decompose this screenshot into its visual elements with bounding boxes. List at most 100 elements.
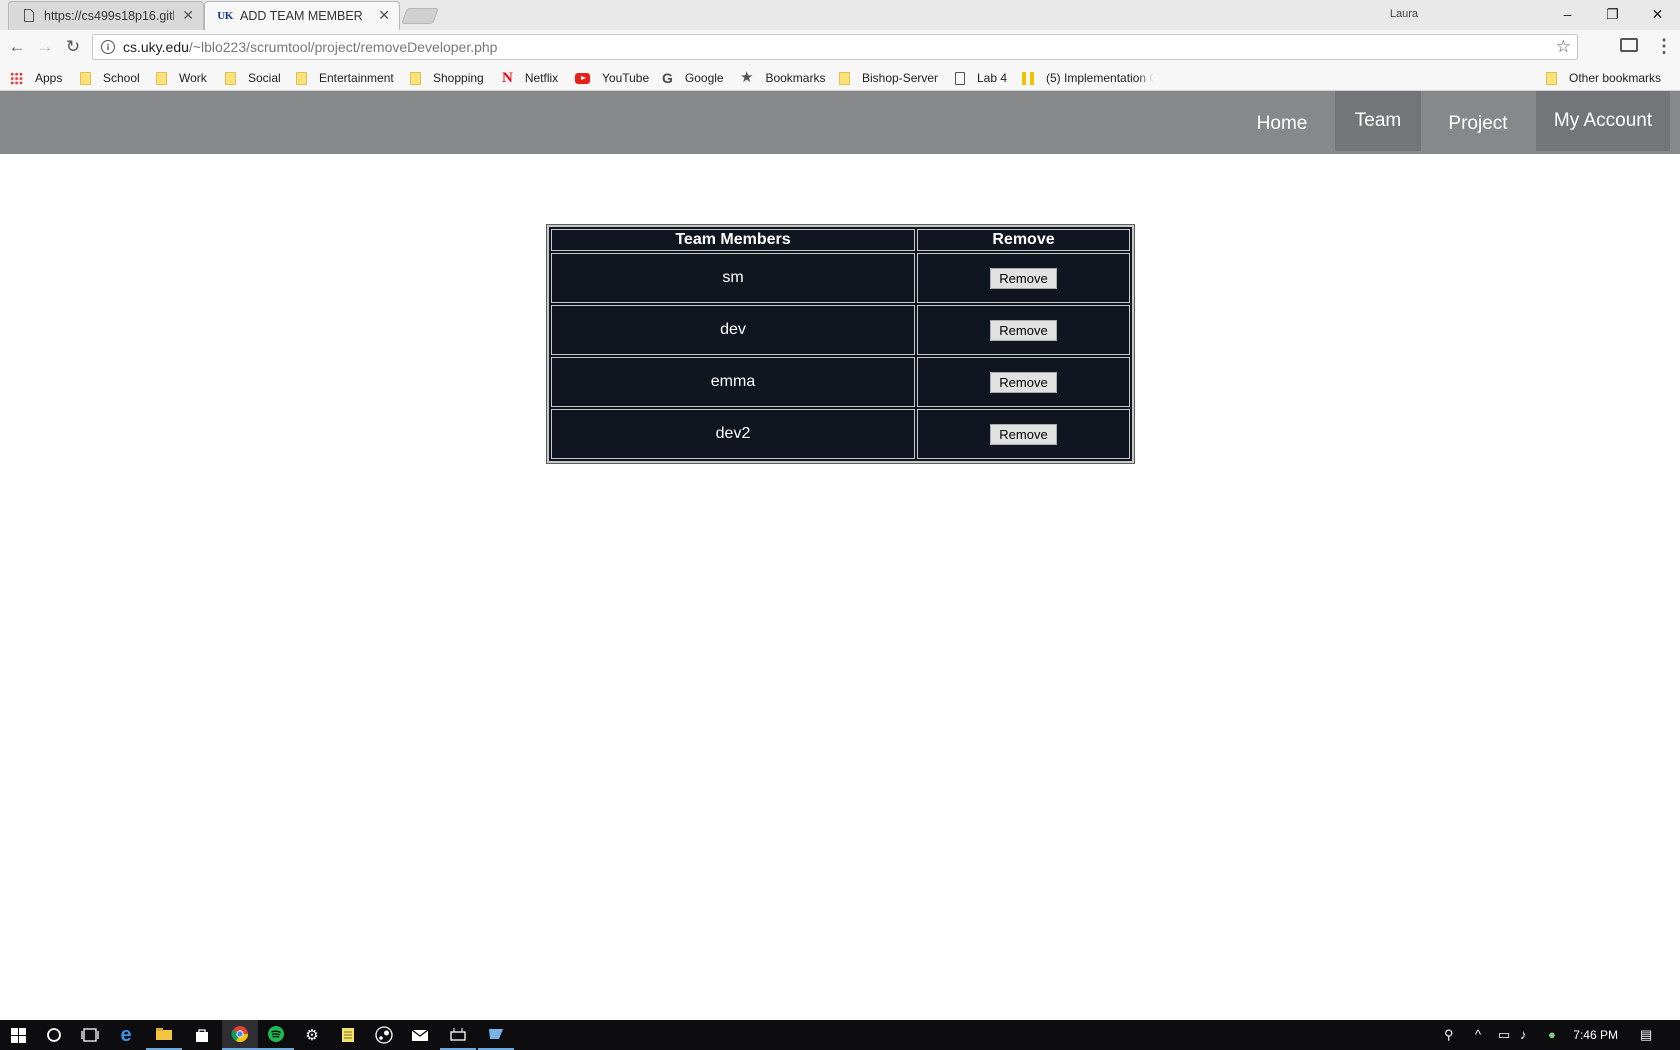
cortana-icon[interactable] — [36, 1020, 72, 1050]
network-tool-icon[interactable] — [440, 1020, 476, 1050]
bookmark-bishop-server[interactable]: Bishop-Server — [839, 69, 938, 87]
bookmark-netflix[interactable]: N Netflix — [502, 69, 558, 87]
bookmark-school[interactable]: School — [80, 69, 140, 87]
folder-icon — [1546, 71, 1557, 85]
url-path: /~lblo223/scrumtool/project/removeDevelo… — [188, 39, 498, 55]
new-tab-button[interactable] — [401, 8, 439, 24]
tray-expand-icon[interactable]: ^ — [1475, 1027, 1481, 1042]
profile-name[interactable]: Laura — [1390, 8, 1418, 20]
remove-header: Remove — [917, 229, 1130, 251]
close-window-icon[interactable]: ✕ — [1635, 0, 1680, 28]
network-icon[interactable]: ▭ — [1498, 1027, 1510, 1043]
uk-favicon-icon: UK — [217, 9, 233, 22]
remove-member-button[interactable]: Remove — [990, 319, 1057, 341]
bookmark-apps[interactable]: Apps — [10, 69, 62, 87]
address-bar[interactable]: i cs.uky.edu/~lblo223/scrumtool/project/… — [92, 34, 1578, 60]
table-row: dev Remove — [551, 305, 1130, 355]
people-icon[interactable]: ⚲ — [1444, 1027, 1454, 1043]
site-nav-bar: Home Team Project My Account — [0, 91, 1680, 154]
remove-cell: Remove — [917, 253, 1130, 303]
action-center-icon[interactable]: ▤ — [1640, 1027, 1652, 1043]
member-name: dev — [551, 305, 915, 355]
team-members-table: Team Members Remove sm Remove dev Remove… — [546, 224, 1135, 464]
remove-cell: Remove — [917, 357, 1130, 407]
store-icon[interactable] — [184, 1020, 220, 1050]
tab-title: ADD TEAM MEMBER — [240, 8, 363, 23]
start-icon[interactable] — [0, 1020, 36, 1050]
google-icon: G — [662, 70, 673, 86]
star-icon: ★ — [740, 69, 754, 86]
bookmark-lab4[interactable]: Lab 4 — [955, 69, 1007, 87]
spotify-icon[interactable] — [258, 1020, 294, 1050]
tab-close-icon[interactable]: ✕ — [182, 7, 194, 24]
restore-icon[interactable]: ❐ — [1590, 0, 1635, 28]
remove-cell: Remove — [917, 305, 1130, 355]
bookmark-shopping[interactable]: Shopping — [410, 69, 484, 87]
nav-team-link[interactable]: Team — [1335, 91, 1421, 151]
bookmark-implementation[interactable]: (5) Implementation C — [1022, 69, 1154, 87]
folder-icon — [296, 71, 307, 85]
task-view-icon[interactable] — [72, 1020, 108, 1050]
volume-icon[interactable]: ♪ — [1520, 1027, 1527, 1042]
browser-tab-active[interactable]: UK ADD TEAM MEMBER ✕ — [204, 1, 400, 30]
edge-icon[interactable]: e — [108, 1020, 144, 1050]
folder-icon — [410, 71, 421, 85]
table-row: dev2 Remove — [551, 409, 1130, 459]
nav-home-link[interactable]: Home — [1238, 94, 1326, 154]
browser-tab[interactable]: https://cs499s18p16.githu ✕ — [8, 1, 204, 30]
page-icon — [22, 9, 36, 23]
table-row: sm Remove — [551, 253, 1130, 303]
app-icon[interactable] — [478, 1020, 514, 1050]
remove-member-button[interactable]: Remove — [990, 371, 1057, 393]
forward-arrow-icon[interactable]: → — [34, 36, 56, 58]
netflix-icon: N — [502, 70, 513, 86]
windows-taskbar: e ⚙ ⚲ ^ ▭ ♪ ● 7:46 PM ▤ — [0, 1020, 1680, 1050]
remove-member-button[interactable]: Remove — [990, 267, 1057, 289]
reload-icon[interactable]: ↻ — [62, 36, 84, 58]
folder-icon — [80, 71, 91, 85]
member-name: sm — [551, 253, 915, 303]
mail-icon[interactable] — [402, 1020, 438, 1050]
chrome-icon[interactable] — [222, 1020, 258, 1050]
taskbar-clock[interactable]: 7:46 PM — [1573, 1028, 1618, 1042]
remove-member-button[interactable]: Remove — [990, 423, 1057, 445]
folder-icon — [225, 71, 236, 85]
notepad-icon[interactable] — [330, 1020, 366, 1050]
url-host: cs.uky.edu — [123, 39, 189, 55]
browser-tab-strip: https://cs499s18p16.githu ✕ UK ADD TEAM … — [0, 0, 1680, 30]
bookmarks-bar: Apps School Work Social Entertainment Sh… — [0, 64, 1680, 91]
bookmark-work[interactable]: Work — [156, 69, 207, 87]
bookmark-youtube[interactable]: YouTube — [575, 69, 649, 87]
folder-icon — [839, 71, 850, 85]
bookmark-other[interactable]: Other bookmarks — [1546, 69, 1661, 87]
bookmark-bookmarks[interactable]: ★ Bookmarks — [740, 69, 825, 87]
site-info-icon[interactable]: i — [101, 40, 115, 54]
cast-icon[interactable] — [1620, 38, 1638, 52]
table-row: emma Remove — [551, 357, 1130, 407]
steam-icon[interactable] — [366, 1020, 402, 1050]
table-header-row: Team Members Remove — [551, 229, 1130, 251]
settings-icon[interactable]: ⚙ — [294, 1020, 330, 1050]
tab-title: https://cs499s18p16.githu — [44, 8, 174, 23]
member-name: emma — [551, 357, 915, 407]
bookmark-social[interactable]: Social — [225, 69, 281, 87]
nav-my-account-link[interactable]: My Account — [1536, 91, 1670, 151]
chrome-menu-icon[interactable]: ⋮ — [1655, 36, 1673, 56]
bookmark-entertainment[interactable]: Entertainment — [296, 69, 394, 87]
bookmark-google[interactable]: G Google — [662, 69, 724, 87]
remove-cell: Remove — [917, 409, 1130, 459]
security-icon[interactable]: ● — [1548, 1027, 1556, 1042]
folder-icon — [156, 71, 167, 85]
team-members-header: Team Members — [551, 229, 915, 251]
tab-close-icon[interactable]: ✕ — [378, 7, 390, 24]
youtube-icon — [575, 72, 590, 84]
file-explorer-icon[interactable] — [146, 1020, 182, 1050]
browser-toolbar: ← → ↻ i cs.uky.edu/~lblo223/scrumtool/pr… — [0, 30, 1680, 64]
minimize-icon[interactable]: – — [1545, 0, 1590, 28]
page-icon — [955, 71, 965, 85]
bookmark-star-icon[interactable]: ☆ — [1556, 37, 1571, 57]
implementation-icon — [1022, 71, 1034, 85]
back-arrow-icon[interactable]: ← — [6, 36, 28, 58]
nav-project-link[interactable]: Project — [1421, 94, 1535, 154]
member-name: dev2 — [551, 409, 915, 459]
